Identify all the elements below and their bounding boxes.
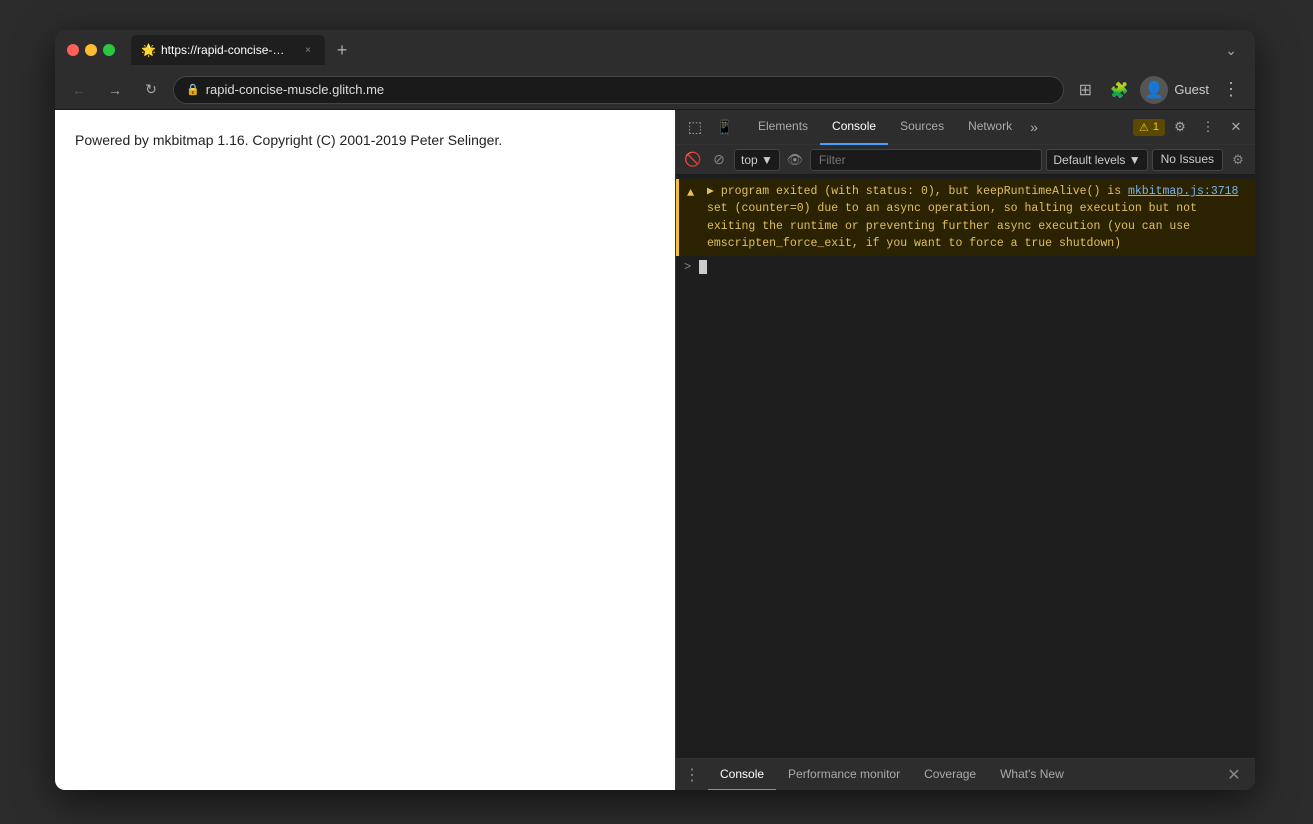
traffic-lights [67,44,115,56]
reload-button[interactable]: ↻ [137,76,165,104]
devtools-panel: ⬚ 📱 Elements Console Sources Network » ⚠… [675,110,1255,790]
page-text: Powered by mkbitmap 1.16. Copyright (C) … [75,130,655,151]
devtools-bottom-bar: ⋮ Console Performance monitor Coverage W… [676,758,1255,790]
chrome-menu-button[interactable]: ⋮ [1217,76,1245,104]
bottom-dots-menu[interactable]: ⋮ [684,765,700,785]
mkbitmap-link[interactable]: mkbitmap.js:3718 [1128,185,1238,198]
tab-close-button[interactable]: × [301,43,315,57]
extensions-button[interactable]: 🧩 [1106,77,1132,103]
warning-line-4: emscripten_force_exit, if you want to fo… [707,237,1121,250]
warning-triangle-icon: ▲ [687,184,694,202]
maximize-button[interactable] [103,44,115,56]
bottom-tab-whats-new[interactable]: What's New [988,759,1076,791]
more-devtools-tabs-button[interactable]: » [1024,115,1044,139]
device-toolbar-button[interactable]: 📱 [712,114,738,140]
context-selector-text: top ▼ [741,153,773,167]
warning-line-2: set (counter=0) due to an async operatio… [707,202,1197,215]
warning-count: 1 [1153,121,1159,133]
more-tabs-button[interactable]: ⌄ [1219,38,1243,63]
context-selector[interactable]: top ▼ [734,149,780,171]
customize-chrome-button[interactable]: ⊞ [1072,77,1098,103]
forward-button[interactable]: → [101,76,129,104]
log-level-select[interactable]: Default levels ▼ [1046,149,1147,171]
tab-elements[interactable]: Elements [746,110,820,145]
inspect-element-button[interactable]: ⬚ [682,114,708,140]
address-input[interactable]: 🔒 rapid-concise-muscle.glitch.me [173,76,1064,104]
devtools-settings-button[interactable]: ⚙ [1167,114,1193,140]
eye-button[interactable]: 👁 [784,149,806,171]
page-content: Powered by mkbitmap 1.16. Copyright (C) … [55,110,675,790]
filter-input[interactable] [810,149,1042,171]
bottom-tab-console[interactable]: Console [708,759,776,791]
url-text: rapid-concise-muscle.glitch.me [206,82,1052,97]
clear-console-button[interactable]: 🚫 [682,149,704,171]
console-settings-button[interactable]: ⚙ [1227,149,1249,171]
active-tab[interactable]: 🌟 https://rapid-concise-muscle.g... × [131,35,325,65]
minimize-button[interactable] [85,44,97,56]
no-issues-button[interactable]: No Issues [1152,149,1223,171]
prompt-cursor [699,260,707,274]
devtools-more-button[interactable]: ⋮ [1195,114,1221,140]
bottom-tab-coverage[interactable]: Coverage [912,759,988,791]
prompt-arrow-icon: > [684,260,691,274]
tabs-bar: 🌟 https://rapid-concise-muscle.g... × + … [131,35,1243,65]
bottom-bar-close-button[interactable]: ✕ [1221,762,1247,788]
main-area: Powered by mkbitmap 1.16. Copyright (C) … [55,110,1255,790]
title-bar: 🌟 https://rapid-concise-muscle.g... × + … [55,30,1255,70]
profile-area: 👤 Guest [1140,76,1209,104]
bottom-tab-performance-monitor[interactable]: Performance monitor [776,759,912,791]
warning-line-3: exiting the runtime or preventing furthe… [707,220,1190,233]
devtools-close-button[interactable]: ✕ [1223,114,1249,140]
console-output: ▲ ▶ program exited (with status: 0), but… [676,175,1255,758]
tab-console[interactable]: Console [820,110,888,145]
log-level-text: Default levels ▼ [1053,153,1140,167]
devtools-toolbar: ⬚ 📱 Elements Console Sources Network » ⚠… [676,110,1255,145]
devtools-right-icons: ⚠ 1 ⚙ ⋮ ✕ [1133,114,1249,140]
tab-favicon: 🌟 [141,43,155,57]
block-network-button[interactable]: ⊘ [708,149,730,171]
new-tab-button[interactable]: + [329,37,355,63]
back-button[interactable]: ← [65,76,93,104]
tab-url: https://rapid-concise-muscle.g... [161,43,291,57]
devtools-tabs: Elements Console Sources Network » [746,110,1129,145]
lock-icon: 🔒 [186,83,200,96]
profile-icon[interactable]: 👤 [1140,76,1168,104]
warning-badge[interactable]: ⚠ 1 [1133,119,1165,136]
tab-network[interactable]: Network [956,110,1024,145]
console-toolbar: 🚫 ⊘ top ▼ 👁 Default levels ▼ No Issues ⚙ [676,145,1255,175]
tab-sources[interactable]: Sources [888,110,956,145]
warning-icon: ⚠ [1139,121,1149,134]
console-prompt[interactable]: > [676,256,1255,278]
close-button[interactable] [67,44,79,56]
browser-window: 🌟 https://rapid-concise-muscle.g... × + … [55,30,1255,790]
address-bar: ← → ↻ 🔒 rapid-concise-muscle.glitch.me ⊞… [55,70,1255,110]
console-warning-message: ▲ ▶ program exited (with status: 0), but… [676,179,1255,256]
warning-message-prefix: ▶ program exited (with status: 0), but k… [707,185,1128,198]
profile-name: Guest [1174,82,1209,97]
